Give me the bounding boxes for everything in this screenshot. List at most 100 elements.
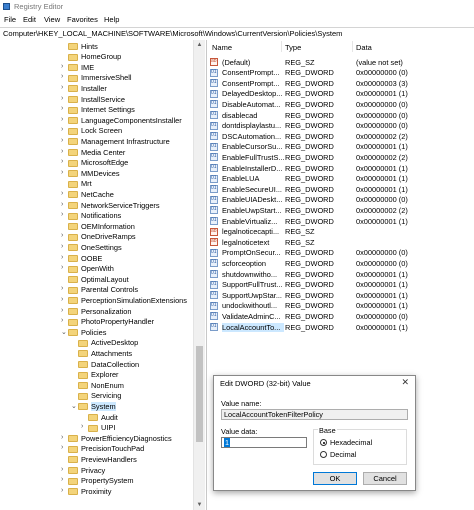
value-row[interactable]: PromptOnSecur... REG_DWORD 0x00000000 (0): [207, 248, 474, 259]
menu-view[interactable]: View: [44, 15, 60, 24]
close-icon[interactable]: ✕: [401, 377, 409, 388]
value-data: 0x00000001 (1): [356, 269, 408, 279]
tree-item-label: Mrt: [81, 179, 92, 189]
tree-item-label: NetCache: [81, 189, 114, 199]
hexadecimal-radio[interactable]: [320, 439, 327, 446]
value-row[interactable]: EnableFullTrustS...REG_DWORD 0x00000002 (…: [207, 152, 474, 163]
value-name-field[interactable]: LocalAccountTokenFilterPolicy: [221, 409, 408, 420]
menu-favorites[interactable]: Favorites: [67, 15, 98, 24]
chevron-right-icon[interactable]: ›: [61, 105, 63, 112]
value-data-input[interactable]: 1: [221, 437, 307, 448]
value-row[interactable]: DelayedDesktop...REG_DWORD 0x00000001 (1): [207, 89, 474, 100]
column-header-name[interactable]: Name: [212, 43, 232, 52]
chevron-right-icon[interactable]: ›: [61, 254, 63, 261]
chevron-down-icon[interactable]: ⌄: [71, 402, 77, 410]
chevron-right-icon[interactable]: ›: [61, 63, 63, 70]
tree-item-label: ActiveDesktop: [91, 338, 139, 348]
column-divider[interactable]: [352, 41, 353, 52]
value-row[interactable]: EnableSecureUI...REG_DWORD 0x00000001 (1): [207, 184, 474, 195]
value-row[interactable]: EnableLUA REG_DWORD 0x00000001 (1): [207, 174, 474, 185]
chevron-right-icon[interactable]: ›: [61, 487, 63, 494]
scroll-thumb[interactable]: [196, 346, 203, 442]
folder-icon: [68, 223, 78, 231]
chevron-right-icon[interactable]: ›: [61, 201, 63, 208]
value-row[interactable]: DSCAutomation...REG_DWORD 0x00000002 (2): [207, 131, 474, 142]
value-row[interactable]: shutdownwitho... REG_DWORD 0x00000001 (1): [207, 269, 474, 280]
value-row[interactable]: ValidateAdminC... REG_DWORD 0x00000000 (0): [207, 311, 474, 322]
value-row[interactable]: EnableVirtualiz... REG_DWORD 0x00000001 (1…: [207, 216, 474, 227]
folder-icon: [68, 191, 78, 199]
chevron-right-icon[interactable]: ›: [61, 137, 63, 144]
tree-item-label: OneSettings: [81, 242, 122, 252]
value-row[interactable]: EnableUIADeskt...REG_DWORD 0x00000000 (0): [207, 195, 474, 206]
chevron-right-icon[interactable]: ›: [61, 296, 63, 303]
menu-help[interactable]: Help: [104, 15, 119, 24]
chevron-right-icon[interactable]: ›: [61, 211, 63, 218]
value-data: 0x00000000 (0): [356, 248, 408, 258]
chevron-right-icon[interactable]: ›: [61, 158, 63, 165]
value-row[interactable]: (Default) REG_SZ (value not set): [207, 57, 474, 68]
ok-button[interactable]: OK: [313, 472, 357, 485]
folder-icon: [78, 361, 88, 368]
value-type: REG_DWORD: [285, 216, 334, 226]
menu-edit[interactable]: Edit: [23, 15, 36, 24]
tree-item-label: Personalization: [81, 306, 132, 316]
address-path[interactable]: Computer\HKEY_LOCAL_MACHINE\SOFTWARE\Mic…: [3, 29, 342, 38]
value-row[interactable]: legalnoticecapti... REG_SZ: [207, 227, 474, 238]
value-row[interactable]: EnableUwpStart...REG_DWORD 0x00000002 (2): [207, 205, 474, 216]
value-name: shutdownwitho...: [222, 269, 278, 279]
value-row[interactable]: ConsentPrompt... REG_DWORD 0x00000003 (3): [207, 78, 474, 89]
chevron-right-icon[interactable]: ›: [61, 476, 63, 483]
chevron-down-icon[interactable]: ⌄: [61, 328, 67, 336]
value-row[interactable]: SupportFullTrust...REG_DWORD 0x00000001 (…: [207, 280, 474, 291]
value-row[interactable]: ConsentPrompt... REG_DWORD 0x00000000 (0): [207, 68, 474, 79]
tree-scrollbar[interactable]: ▲ ▼: [193, 40, 205, 510]
value-row[interactable]: undockwithoutl... REG_DWORD 0x00000001 (1): [207, 301, 474, 312]
tree-item-label: PhotoPropertyHandler: [81, 317, 155, 327]
chevron-right-icon[interactable]: ›: [61, 434, 63, 441]
folder-icon: [78, 350, 88, 358]
chevron-right-icon[interactable]: ›: [61, 126, 63, 133]
string-value-icon: [210, 238, 218, 247]
value-row[interactable]: disablecad REG_DWORD 0x00000000 (0): [207, 110, 474, 121]
decimal-label[interactable]: Decimal: [330, 450, 356, 459]
value-row[interactable]: legalnoticetext REG_SZ: [207, 237, 474, 248]
value-row[interactable]: dontdisplaylastu...REG_DWORD 0x00000000 (…: [207, 121, 474, 132]
tree-item-label: Attachments: [91, 348, 133, 358]
value-row[interactable]: EnableInstallerD...REG_DWORD 0x00000001 (…: [207, 163, 474, 174]
chevron-right-icon[interactable]: ›: [61, 190, 63, 197]
column-header-data[interactable]: Data: [356, 43, 372, 52]
decimal-radio[interactable]: [320, 451, 327, 458]
chevron-right-icon[interactable]: ›: [61, 169, 63, 176]
value-row[interactable]: DisableAutomat... REG_DWORD 0x00000000 (0): [207, 99, 474, 110]
chevron-right-icon[interactable]: ›: [61, 84, 63, 91]
chevron-right-icon[interactable]: ›: [61, 95, 63, 102]
hexadecimal-label[interactable]: Hexadecimal: [330, 438, 372, 447]
tree-item-label: Lock Screen: [81, 126, 123, 136]
value-row[interactable]: scforceoption REG_DWORD 0x00000000 (0): [207, 258, 474, 269]
chevron-right-icon[interactable]: ›: [61, 73, 63, 80]
column-divider[interactable]: [281, 41, 282, 52]
column-header-type[interactable]: Type: [285, 43, 301, 52]
value-row[interactable]: EnableCursorSu...REG_DWORD 0x00000001 (1): [207, 142, 474, 153]
cancel-button[interactable]: Cancel: [363, 472, 407, 485]
address-bar[interactable]: Computer\HKEY_LOCAL_MACHINE\SOFTWARE\Mic…: [0, 27, 474, 41]
key-tree[interactable]: Hints HomeGroup › IME › ImmersiveShell › Instal…: [0, 40, 207, 510]
chevron-right-icon[interactable]: ›: [61, 307, 63, 314]
value-row[interactable]: LocalAccountTo...REG_DWORD 0x00000001 (1): [207, 322, 474, 333]
chevron-right-icon[interactable]: ›: [61, 264, 63, 271]
chevron-right-icon[interactable]: ›: [61, 243, 63, 250]
chevron-right-icon[interactable]: ›: [61, 148, 63, 155]
chevron-right-icon[interactable]: ›: [61, 466, 63, 473]
scroll-down-icon[interactable]: ▼: [194, 500, 205, 510]
chevron-right-icon[interactable]: ›: [81, 423, 83, 430]
menu-file[interactable]: File: [4, 15, 16, 24]
value-row[interactable]: SupportUwpStar...REG_DWORD 0x00000001 (1): [207, 290, 474, 301]
scroll-up-icon[interactable]: ▲: [194, 40, 205, 50]
chevron-right-icon[interactable]: ›: [61, 116, 63, 123]
chevron-right-icon[interactable]: ›: [61, 317, 63, 324]
chevron-right-icon[interactable]: ›: [61, 285, 63, 292]
chevron-right-icon[interactable]: ›: [61, 444, 63, 451]
value-name: PromptOnSecur...: [222, 248, 281, 258]
chevron-right-icon[interactable]: ›: [61, 232, 63, 239]
